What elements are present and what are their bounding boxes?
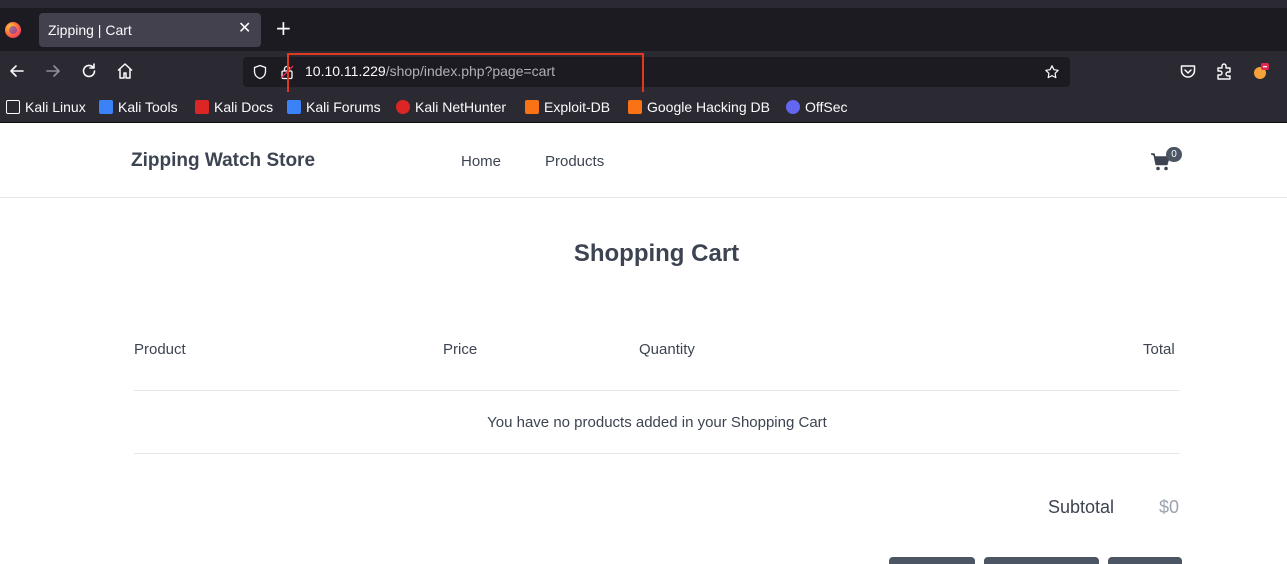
bookmarks-toolbar: Kali Linux Kali Tools Kali Docs Kali For… [0,92,1287,123]
bookmark-kali-nethunter[interactable]: Kali NetHunter [396,99,506,117]
bookmark-label: Kali Linux [25,99,86,115]
site-header: Zipping Watch Store Home Products 0 [0,124,1287,198]
offsec-icon [786,100,800,114]
nethunter-icon [396,100,410,114]
exploit-db-icon [525,100,539,114]
window-top-strip [0,0,1287,8]
bookmark-label: Google Hacking DB [647,99,770,115]
bookmark-kali-docs[interactable]: Kali Docs [195,99,273,117]
cart-action-button-1[interactable] [889,557,975,564]
bookmark-google-hacking-db[interactable]: Google Hacking DB [628,99,770,117]
bookmark-kali-tools[interactable]: Kali Tools [99,99,178,117]
empty-cart-message: You have no products added in your Shopp… [487,414,827,431]
close-icon[interactable]: ✕ [238,20,251,36]
kali-tools-icon [99,100,113,114]
site-brand[interactable]: Zipping Watch Store [131,150,315,172]
profile-icon[interactable] [1250,61,1270,81]
nav-link-products[interactable]: Products [545,153,604,170]
bookmark-label: Kali Forums [306,99,381,115]
kali-dragon-icon [6,100,20,114]
bookmark-offsec[interactable]: OffSec [786,99,848,117]
cart-count-badge: 0 [1166,147,1182,162]
new-tab-icon[interactable]: + [275,18,292,38]
tab-title: Zipping | Cart [48,22,132,38]
tab-active[interactable]: Zipping | Cart ✕ [39,13,261,47]
table-bottom-divider [134,453,1180,454]
tracking-protection-icon[interactable] [252,64,268,80]
column-header-total: Total [1143,341,1175,358]
subtotal-label: Subtotal [1048,497,1115,517]
column-header-quantity: Quantity [639,341,695,358]
column-header-price: Price [443,341,478,358]
bookmark-exploit-db[interactable]: Exploit-DB [525,99,610,117]
pocket-icon[interactable] [1178,61,1198,81]
ghdb-icon [628,100,642,114]
reload-icon[interactable] [79,61,99,81]
bookmark-label: Exploit-DB [544,99,611,115]
subtotal-value: $0 [1159,497,1180,517]
page-title: Shopping Cart [573,240,740,267]
forward-icon[interactable] [43,61,63,81]
back-icon[interactable] [7,61,27,81]
cart-action-button-3[interactable] [1108,557,1182,564]
home-icon[interactable] [115,61,135,81]
firefox-icon[interactable] [5,22,21,38]
table-header-divider [134,390,1180,391]
bookmark-label: Kali NetHunter [415,99,507,115]
kali-docs-icon [195,100,209,114]
nav-link-home[interactable]: Home [461,153,501,170]
tab-bar: Zipping | Cart ✕ + [0,8,1287,51]
bookmark-star-icon[interactable] [1044,64,1060,80]
bookmark-kali-forums[interactable]: Kali Forums [287,99,381,117]
bookmark-kali-linux[interactable]: Kali Linux [6,99,86,117]
cart-action-button-2[interactable] [984,557,1099,564]
column-header-product: Product [134,341,186,358]
bookmark-label: Kali Docs [214,99,274,115]
extensions-icon[interactable] [1214,61,1234,81]
bookmark-label: Kali Tools [118,99,178,115]
kali-forums-icon [287,100,301,114]
bookmark-label: OffSec [805,99,848,115]
